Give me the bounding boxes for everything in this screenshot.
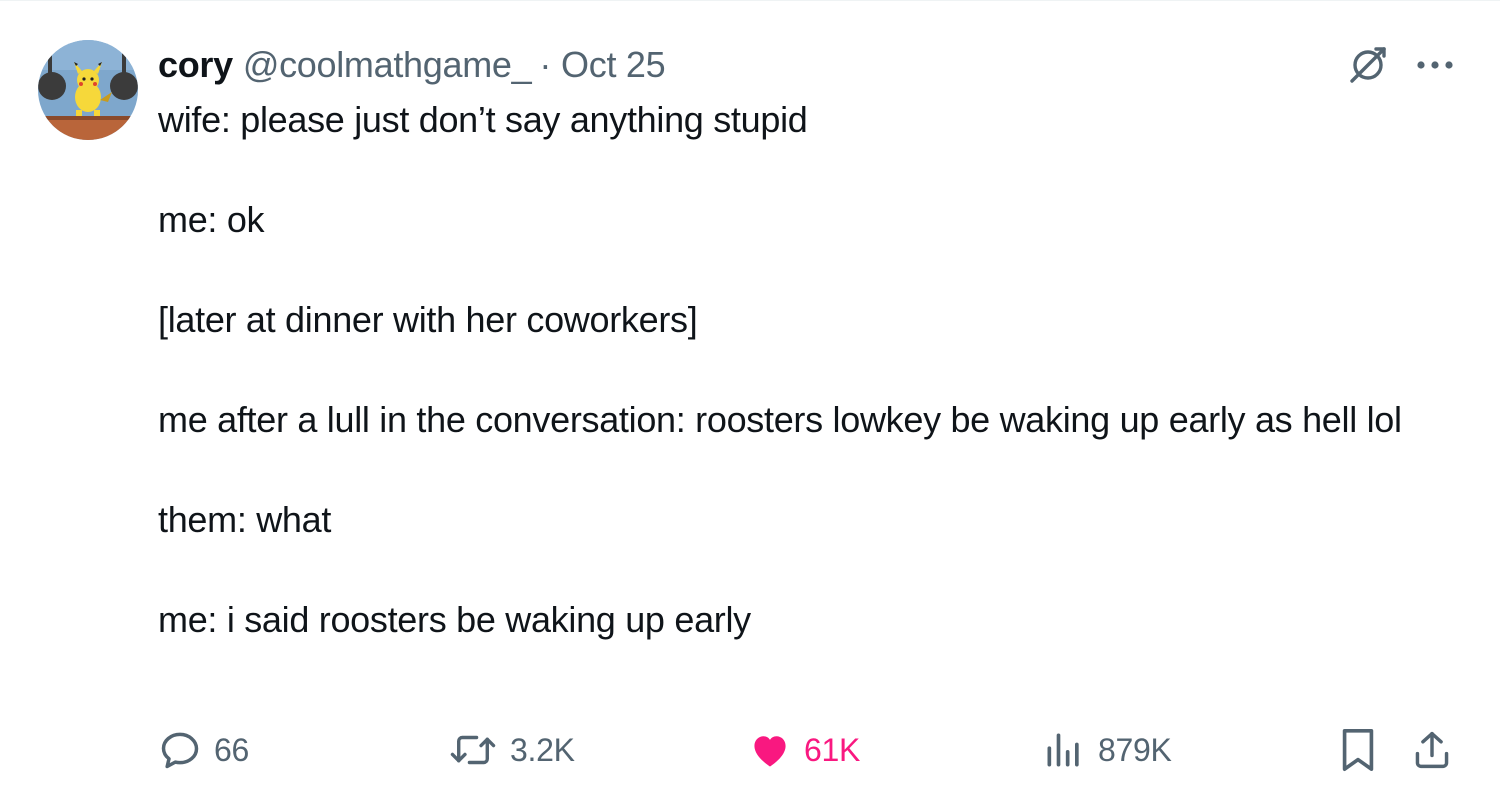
heart-icon [754,736,786,767]
tweet-text: wife: please just don’t say anything stu… [158,95,1448,645]
retweet-count: 3.2K [510,731,575,768]
retweet-icon [450,735,496,765]
reply-button[interactable]: 66 [158,725,249,775]
avatar[interactable] [38,40,138,140]
retweet-button[interactable]: 3.2K [448,725,575,775]
like-button[interactable]: 61K [748,725,860,775]
author-handle[interactable]: @coolmathgame_ [243,44,532,86]
tweet-line: me: i said roosters be waking up early [158,599,751,640]
author-name[interactable]: cory [158,44,233,86]
header-icons [1346,43,1454,87]
tweet[interactable]: cory @coolmathgame_ · Oct 25 wife: pleas… [0,0,1500,798]
share-button[interactable] [1412,725,1452,775]
share-icon [1415,731,1449,769]
pikachu-avatar-icon [38,40,138,140]
reply-icon [161,732,199,769]
views-button[interactable]: 879K [1042,725,1172,775]
tweet-header: cory @coolmathgame_ · Oct 25 [158,41,666,89]
like-count: 61K [804,731,861,768]
bookmark-icon [1342,729,1374,771]
tweet-line: me: ok [158,199,265,240]
bookmark-button[interactable] [1338,725,1378,775]
views-count: 879K [1098,731,1172,768]
grok-icon[interactable] [1346,43,1390,87]
tweet-line: wife: please just don’t say anything stu… [158,99,808,140]
tweet-line: me after a lull in the conversation: roo… [158,399,1402,440]
action-bar: 66 3.2K 61K 879K [158,725,1454,775]
reply-count: 66 [214,731,249,768]
more-icon[interactable] [1416,59,1454,71]
tweet-date[interactable]: Oct 25 [561,44,666,86]
views-icon [1047,733,1079,767]
tweet-line: them: what [158,499,332,540]
tweet-line: [later at dinner with her coworkers] [158,299,698,340]
header-separator: · [539,44,552,85]
